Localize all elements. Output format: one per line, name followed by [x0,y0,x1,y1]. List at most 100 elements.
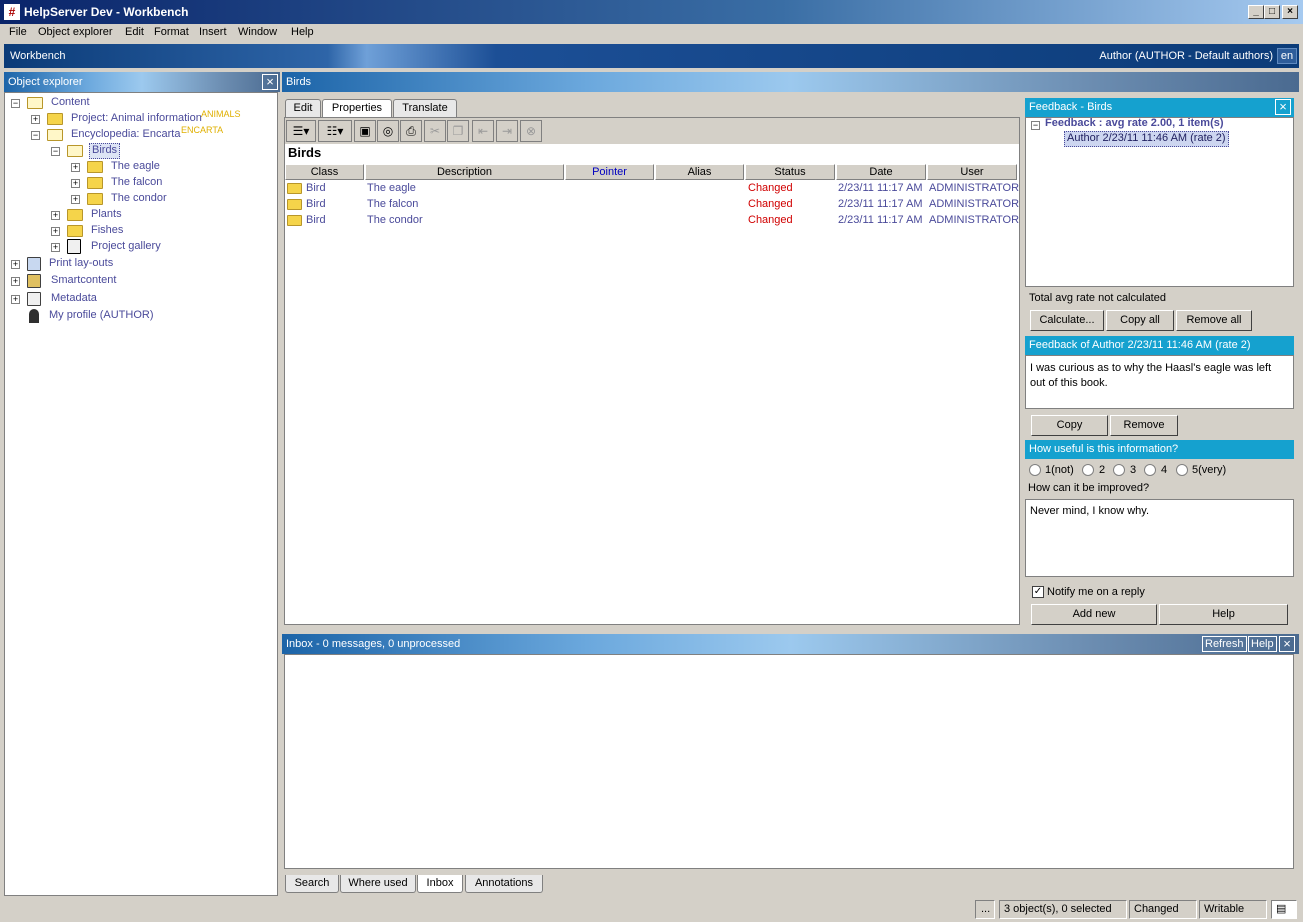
tree-item-birds[interactable]: Birds [89,143,121,159]
menu-bar: File Object explorer Edit Format Insert … [0,24,1303,43]
tab-translate[interactable]: Translate [393,99,457,117]
add-new-button[interactable]: Add new [1031,604,1157,625]
cell-status: Changed [748,198,793,210]
cell-description[interactable]: The falcon [367,196,418,212]
expand-icon[interactable]: + [71,163,80,172]
close-icon[interactable]: × [1279,636,1295,652]
tree-item-project-gallery[interactable]: Project gallery [91,240,161,256]
explorer-tree: − Content + Project: Animal information … [4,92,278,896]
menu-window[interactable]: Window [238,26,277,38]
refresh-button[interactable]: Refresh [1202,636,1247,652]
copy-all-button[interactable]: Copy all [1106,310,1174,331]
printer-icon [27,257,41,271]
expand-icon[interactable]: + [51,211,60,220]
preview-icon[interactable]: ◎ [377,120,399,142]
tab-search[interactable]: Search [285,875,339,893]
cell-description[interactable]: The condor [367,212,423,228]
folder-open-icon [47,129,63,141]
col-user[interactable]: User [927,164,1017,180]
col-description[interactable]: Description [365,164,564,180]
collapse-icon[interactable]: − [31,131,40,140]
new-item-icon[interactable]: ☰▾ [286,120,316,142]
col-class[interactable]: Class [285,164,364,180]
collapse-icon[interactable]: − [1031,121,1040,130]
expand-icon[interactable]: + [31,115,40,124]
expand-icon[interactable]: + [11,260,20,269]
rating-radio-5[interactable] [1176,464,1188,476]
cell-class[interactable]: Bird [306,212,326,228]
rating-radio-2[interactable] [1082,464,1094,476]
close-icon[interactable]: × [262,74,278,90]
tree-item-falcon[interactable]: The falcon [111,176,162,192]
menu-edit[interactable]: Edit [125,26,144,38]
menu-file[interactable]: File [9,26,27,38]
app-icon: # [4,4,20,20]
col-date[interactable]: Date [836,164,926,180]
help-button[interactable]: Help [1159,604,1288,625]
tree-item-encyclopedia[interactable]: Encyclopedia: Encarta [71,128,180,144]
menu-insert[interactable]: Insert [199,26,227,38]
outdent-icon[interactable]: ⇤ [472,120,494,142]
rating-radio-4[interactable] [1144,464,1156,476]
delete-icon[interactable]: ⊗ [520,120,542,142]
save-icon[interactable]: ▣ [354,120,376,142]
menu-format[interactable]: Format [154,26,189,38]
cell-class[interactable]: Bird [306,196,326,212]
print-icon[interactable]: ⎙ [400,120,422,142]
indent-icon[interactable]: ⇥ [496,120,518,142]
cell-description[interactable]: The eagle [367,180,416,196]
col-status[interactable]: Status [745,164,835,180]
maximize-button[interactable]: □ [1264,5,1280,19]
remove-button[interactable]: Remove [1110,415,1178,436]
rating-radio-1[interactable] [1029,464,1041,476]
remove-all-button[interactable]: Remove all [1176,310,1252,331]
copy-icon[interactable]: ❐ [447,120,469,142]
expand-icon[interactable]: + [71,195,80,204]
tree-item-eagle[interactable]: The eagle [111,160,160,176]
minimize-button[interactable]: _ [1248,5,1264,19]
menu-help[interactable]: Help [291,26,314,38]
inbox-help-button[interactable]: Help [1248,636,1277,652]
tab-inbox[interactable]: Inbox [417,875,463,893]
tab-properties[interactable]: Properties [322,99,392,117]
calculate-button[interactable]: Calculate... [1030,310,1104,331]
tab-where-used[interactable]: Where used [340,875,416,893]
tree-item-content[interactable]: Content [51,96,90,112]
expand-icon[interactable]: + [51,243,60,252]
status-dots[interactable]: ... [975,900,995,919]
tree-item-condor[interactable]: The condor [111,192,167,208]
tab-annotations[interactable]: Annotations [465,875,543,893]
language-button[interactable]: en [1277,48,1297,64]
project-folder-icon [47,113,63,125]
cut-icon[interactable]: ✂ [424,120,446,142]
improve-textarea[interactable]: Never mind, I know why. [1025,499,1294,577]
rating-radio-3[interactable] [1113,464,1125,476]
expand-icon[interactable]: + [71,179,80,188]
folder-icon [67,209,83,221]
tab-edit[interactable]: Edit [285,99,321,117]
cell-date: 2/23/11 11:17 AM [838,182,923,194]
copy-button[interactable]: Copy [1031,415,1108,436]
tree-item-fishes[interactable]: Fishes [91,224,123,240]
expand-icon[interactable]: + [11,277,20,286]
collapse-icon[interactable]: − [11,99,20,108]
feedback-item[interactable]: Author 2/23/11 11:46 AM (rate 2) [1064,131,1229,147]
collapse-icon[interactable]: − [51,147,60,156]
tree-item-metadata[interactable]: Metadata [51,292,97,308]
tree-item-plants[interactable]: Plants [91,208,122,224]
close-icon[interactable]: × [1275,99,1291,115]
cell-class[interactable]: Bird [306,180,326,196]
tree-item-print-layouts[interactable]: Print lay-outs [49,257,113,273]
tree-item-my-profile[interactable]: My profile (AUTHOR) [49,309,154,325]
list-view-icon[interactable]: ☷▾ [318,120,352,142]
cell-status: Changed [748,182,793,194]
expand-icon[interactable]: + [11,295,20,304]
col-alias[interactable]: Alias [655,164,744,180]
notify-checkbox[interactable]: ✓ [1032,586,1044,598]
col-pointer[interactable]: Pointer [565,164,654,180]
close-button[interactable]: × [1282,5,1298,19]
menu-object-explorer[interactable]: Object explorer [38,26,113,38]
rating-label-4: 4 [1161,464,1168,476]
tree-item-smartcontent[interactable]: Smartcontent [51,274,116,290]
expand-icon[interactable]: + [51,227,60,236]
